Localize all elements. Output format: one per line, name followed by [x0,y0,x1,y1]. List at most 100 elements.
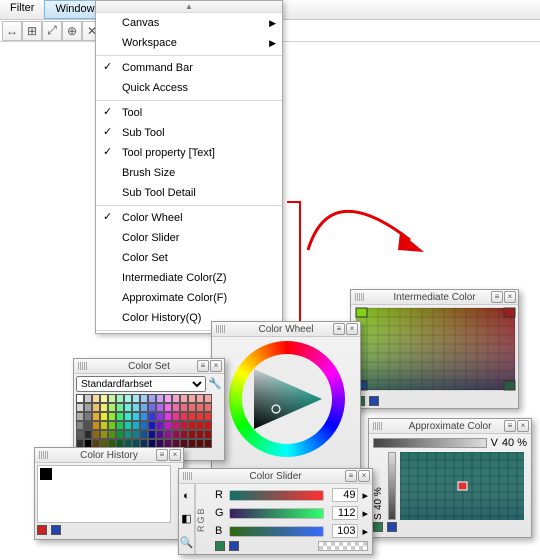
color-swatch[interactable] [140,412,148,421]
color-swatch[interactable] [124,421,132,430]
menu-approximate-color[interactable]: Approximate Color(F) [96,288,282,308]
color-swatch[interactable] [156,394,164,403]
color-swatch[interactable] [156,403,164,412]
color-swatch[interactable] [180,412,188,421]
color-swatch[interactable] [164,421,172,430]
color-swatch[interactable] [76,421,84,430]
s-range-slider[interactable] [388,452,396,520]
color-swatch[interactable] [148,403,156,412]
tab-icon[interactable]: ◧ [179,507,195,530]
color-swatch[interactable] [140,430,148,439]
color-swatch[interactable] [84,421,92,430]
swatch[interactable] [37,525,47,535]
color-swatch[interactable] [76,403,84,412]
grip-icon[interactable] [216,325,226,333]
stepper-icon[interactable]: ▸ [362,489,368,502]
color-swatch[interactable] [156,430,164,439]
color-swatch[interactable] [108,421,116,430]
color-swatch[interactable] [140,403,148,412]
color-swatch[interactable] [108,430,116,439]
color-swatch[interactable] [84,403,92,412]
b-value[interactable]: 103 [332,524,358,538]
stepper-icon[interactable]: ▸ [362,507,368,520]
panel-close-button[interactable]: × [517,420,529,432]
menu-quick-access[interactable]: Quick Access [96,78,282,98]
menu-color-slider[interactable]: Color Slider [96,228,282,248]
panel-close-button[interactable]: × [169,449,181,461]
color-swatch[interactable] [188,394,196,403]
color-swatch[interactable] [188,439,196,448]
menu-command-bar[interactable]: ✓ Command Bar [96,58,282,78]
color-swatch[interactable] [204,394,212,403]
color-swatch[interactable] [180,421,188,430]
color-swatch[interactable] [124,403,132,412]
color-swatch[interactable] [132,412,140,421]
menu-intermediate-color[interactable]: Intermediate Color(Z) [96,268,282,288]
color-swatch[interactable] [148,412,156,421]
panel-menu-button[interactable]: ≡ [345,470,357,482]
panel-menu-button[interactable]: ≡ [491,291,503,303]
color-triangle[interactable] [242,354,332,444]
color-swatch[interactable] [196,439,204,448]
color-swatch[interactable] [188,412,196,421]
color-swatch[interactable] [100,403,108,412]
menu-sub-tool[interactable]: ✓ Sub Tool [96,123,282,143]
color-swatch[interactable] [180,430,188,439]
color-swatch[interactable] [84,394,92,403]
color-swatch[interactable] [148,430,156,439]
color-swatch[interactable] [92,412,100,421]
menu-filter[interactable]: Filter [0,0,44,19]
dropdown-collapse-icon[interactable]: ▲ [96,1,282,13]
color-swatch[interactable] [132,430,140,439]
rgb-tab[interactable]: RGB [195,484,209,554]
color-swatch[interactable] [108,394,116,403]
color-swatch[interactable] [116,403,124,412]
swatch[interactable] [215,541,225,551]
color-swatch[interactable] [172,412,180,421]
color-swatch[interactable] [148,394,156,403]
color-swatch[interactable] [76,412,84,421]
color-swatch[interactable] [164,412,172,421]
panel-close-button[interactable]: × [346,323,358,335]
color-swatch[interactable] [196,421,204,430]
color-swatch[interactable] [164,403,172,412]
menu-color-set[interactable]: Color Set [96,248,282,268]
panel-menu-button[interactable]: ≡ [197,360,209,372]
b-slider[interactable] [229,526,324,537]
toolbar-btn-2[interactable]: ⊞ [22,21,42,41]
grip-icon[interactable] [373,422,383,430]
tab-icon[interactable]: 🔍 [179,531,195,554]
color-swatch[interactable] [204,403,212,412]
color-swatch[interactable] [100,394,108,403]
swatch[interactable] [373,522,383,532]
color-swatch[interactable] [108,412,116,421]
color-swatch[interactable] [124,394,132,403]
swatch[interactable] [387,522,397,532]
color-swatch[interactable] [92,394,100,403]
grip-icon[interactable] [183,472,193,480]
toolbar-btn-1[interactable]: ↔ [2,21,22,41]
color-swatch[interactable] [196,430,204,439]
color-swatch[interactable] [180,403,188,412]
color-swatch[interactable] [204,439,212,448]
color-swatch[interactable] [92,421,100,430]
menu-canvas[interactable]: Canvas ▶ [96,13,282,33]
color-swatch[interactable] [124,412,132,421]
color-swatch[interactable] [204,421,212,430]
swatch[interactable] [51,525,61,535]
color-swatch[interactable] [188,421,196,430]
color-swatch[interactable] [132,421,140,430]
color-swatch[interactable] [132,403,140,412]
color-swatch[interactable] [204,412,212,421]
panel-menu-button[interactable]: ≡ [156,449,168,461]
grip-icon[interactable] [78,362,88,370]
toolbar-btn-3[interactable]: ⤢ [42,21,62,41]
color-swatch[interactable] [100,412,108,421]
color-swatch[interactable] [124,430,132,439]
history-swatch[interactable] [40,468,52,480]
color-swatch[interactable] [140,421,148,430]
color-swatch[interactable] [180,394,188,403]
panel-menu-button[interactable]: ≡ [504,420,516,432]
color-swatch[interactable] [140,394,148,403]
tab-icon[interactable]: ◐ [179,484,195,507]
